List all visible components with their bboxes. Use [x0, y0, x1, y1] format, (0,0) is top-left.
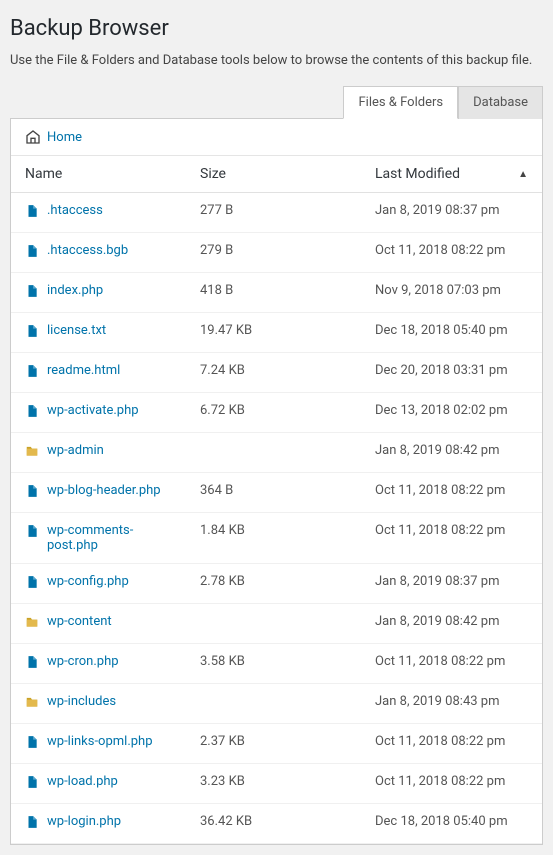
column-header-size-label: Size [200, 166, 226, 182]
column-header-name-label: Name [25, 166, 62, 182]
cell-modified: Dec 18, 2018 05:40 pm [361, 313, 542, 353]
cell-size: 3.58 KB [186, 644, 361, 684]
cell-modified: Dec 20, 2018 03:31 pm [361, 353, 542, 393]
table-row: wp-activate.php 6.72 KBDec 13, 2018 02:02… [11, 393, 542, 433]
file-icon [25, 523, 39, 542]
file-icon [25, 323, 39, 342]
cell-size: 19.47 KB [186, 313, 361, 353]
table-row: wp-admin Jan 8, 2019 08:42 pm [11, 433, 542, 473]
table-row: wp-config.php 2.78 KBJan 8, 2019 08:37 pm [11, 564, 542, 604]
cell-modified: Jan 8, 2019 08:43 pm [361, 684, 542, 724]
cell-modified: Jan 8, 2019 08:37 pm [361, 564, 542, 604]
cell-size: 36.42 KB [186, 804, 361, 844]
breadcrumb-home-link[interactable]: Home [47, 130, 82, 145]
column-header-modified-label: Last Modified [375, 166, 460, 182]
table-row: wp-content Jan 8, 2019 08:42 pm [11, 604, 542, 644]
file-link[interactable]: wp-cron.php [47, 654, 119, 669]
cell-size [186, 604, 361, 644]
file-link[interactable]: wp-links-opml.php [47, 734, 153, 749]
table-row: wp-links-opml.php 2.37 KBOct 11, 2018 08:… [11, 724, 542, 764]
file-icon [25, 654, 39, 673]
file-link[interactable]: wp-config.php [47, 574, 129, 589]
home-icon [25, 129, 41, 145]
tab-files-folders[interactable]: Files & Folders [343, 86, 458, 119]
folder-icon [25, 694, 39, 713]
file-icon [25, 774, 39, 793]
file-icon [25, 574, 39, 593]
cell-size: 418 B [186, 273, 361, 313]
table-row: .htaccess.bgb 279 BOct 11, 2018 08:22 pm [11, 233, 542, 273]
cell-modified: Dec 13, 2018 02:02 pm [361, 393, 542, 433]
file-link[interactable]: .htaccess.bgb [47, 243, 128, 258]
folder-icon [25, 614, 39, 633]
table-row: .htaccess 277 BJan 8, 2019 08:37 pm [11, 193, 542, 233]
file-icon [25, 734, 39, 753]
cell-size: 2.37 KB [186, 724, 361, 764]
file-icon [25, 363, 39, 382]
file-browser-panel: Home Name Size Last Modified ▲ .htaccess [10, 118, 543, 845]
cell-size: 277 B [186, 193, 361, 233]
file-link[interactable]: license.txt [47, 323, 106, 338]
cell-modified: Oct 11, 2018 08:22 pm [361, 233, 542, 273]
column-header-name[interactable]: Name [11, 156, 186, 193]
table-row: wp-login.php 36.42 KBDec 18, 2018 05:40 p… [11, 804, 542, 844]
file-link[interactable]: readme.html [47, 363, 120, 378]
file-link[interactable]: wp-blog-header.php [47, 483, 161, 498]
cell-modified: Jan 8, 2019 08:37 pm [361, 193, 542, 233]
column-header-size[interactable]: Size [186, 156, 361, 193]
folder-link[interactable]: wp-includes [47, 694, 116, 709]
column-header-modified[interactable]: Last Modified ▲ [361, 156, 542, 193]
cell-modified: Jan 8, 2019 08:42 pm [361, 604, 542, 644]
folder-link[interactable]: wp-admin [47, 443, 104, 458]
table-row: wp-includes Jan 8, 2019 08:43 pm [11, 684, 542, 724]
cell-size: 364 B [186, 473, 361, 513]
cell-size: 279 B [186, 233, 361, 273]
file-icon [25, 814, 39, 833]
folder-link[interactable]: wp-content [47, 614, 112, 629]
file-link[interactable]: wp-comments-post.php [47, 523, 172, 553]
file-link[interactable]: wp-activate.php [47, 403, 139, 418]
table-row: wp-blog-header.php 364 BOct 11, 2018 08:2… [11, 473, 542, 513]
cell-size [186, 684, 361, 724]
file-icon [25, 483, 39, 502]
cell-modified: Oct 11, 2018 08:22 pm [361, 473, 542, 513]
file-icon [25, 243, 39, 262]
file-link[interactable]: wp-load.php [47, 774, 118, 789]
folder-icon [25, 443, 39, 462]
table-row: wp-cron.php 3.58 KBOct 11, 2018 08:22 pm [11, 644, 542, 684]
file-icon [25, 203, 39, 222]
file-link[interactable]: index.php [47, 283, 103, 298]
cell-size: 2.78 KB [186, 564, 361, 604]
cell-modified: Oct 11, 2018 08:22 pm [361, 513, 542, 564]
file-icon [25, 403, 39, 422]
tabs: Files & Folders Database [10, 86, 543, 119]
sort-ascending-icon: ▲ [518, 169, 528, 180]
table-row: readme.html 7.24 KBDec 20, 2018 03:31 pm [11, 353, 542, 393]
cell-modified: Oct 11, 2018 08:22 pm [361, 644, 542, 684]
cell-size [186, 433, 361, 473]
cell-modified: Dec 18, 2018 05:40 pm [361, 804, 542, 844]
file-link[interactable]: .htaccess [47, 203, 103, 218]
file-link[interactable]: wp-login.php [47, 814, 121, 829]
cell-modified: Oct 11, 2018 08:22 pm [361, 724, 542, 764]
table-row: license.txt 19.47 KBDec 18, 2018 05:40 pm [11, 313, 542, 353]
file-icon [25, 283, 39, 302]
cell-size: 6.72 KB [186, 393, 361, 433]
cell-size: 1.84 KB [186, 513, 361, 564]
cell-size: 7.24 KB [186, 353, 361, 393]
tab-database[interactable]: Database [458, 86, 543, 119]
table-row: index.php 418 BNov 9, 2018 07:03 pm [11, 273, 542, 313]
file-table: Name Size Last Modified ▲ .htaccess 277 B… [11, 156, 542, 844]
table-row: wp-comments-post.php 1.84 KBOct 11, 2018 … [11, 513, 542, 564]
page-description: Use the File & Folders and Database tool… [10, 53, 543, 68]
breadcrumb: Home [11, 119, 542, 156]
cell-modified: Jan 8, 2019 08:42 pm [361, 433, 542, 473]
cell-modified: Nov 9, 2018 07:03 pm [361, 273, 542, 313]
page-title: Backup Browser [10, 16, 543, 41]
